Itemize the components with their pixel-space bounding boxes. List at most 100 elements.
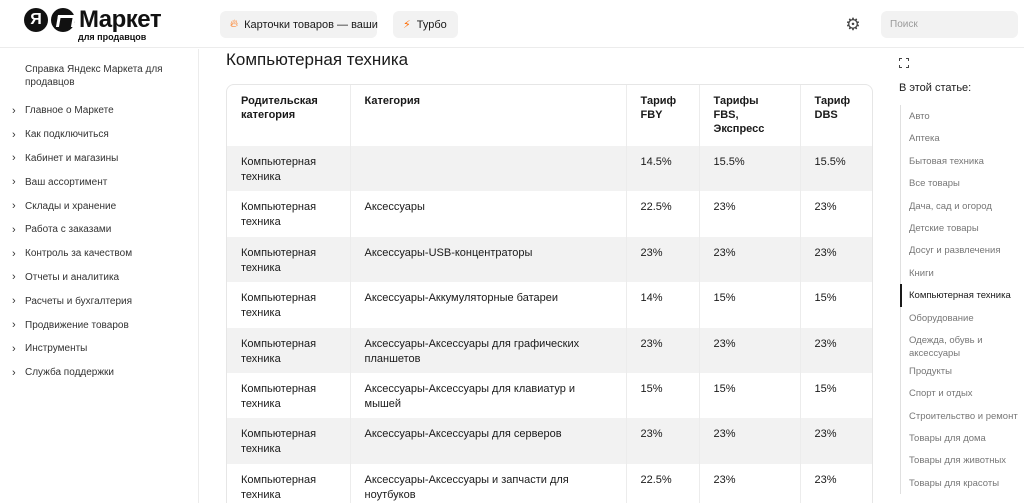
chevron-right-icon: ›: [12, 200, 16, 213]
table-cell: 23%: [800, 327, 872, 373]
table-cell: 15%: [814, 382, 837, 395]
table-cell: [350, 146, 627, 192]
settings-gear-icon[interactable]: ⚙: [844, 16, 862, 34]
sidebar-item-label: Инструменты: [25, 343, 88, 355]
table-cell: 22.5%: [626, 191, 700, 237]
toc-item[interactable]: Оборудование: [901, 307, 1024, 329]
table-header-row: Родительская категория Категория Тариф FBY…: [227, 85, 872, 146]
table-cell: 14%: [626, 282, 700, 328]
table-row: Компьютерная техника Аксессуары-Аккумулят…: [227, 282, 872, 328]
toc-item[interactable]: Авто: [901, 105, 1024, 127]
sidebar-item-label: Как подключиться: [25, 129, 109, 141]
chevron-right-icon: ›: [12, 295, 16, 308]
sidebar-item[interactable]: › Работа с заказами: [12, 218, 132, 242]
table-cell: 23%: [814, 201, 837, 214]
sidebar-item-label: Служба поддержки: [25, 367, 115, 379]
table-cell: Компьютерная техника: [227, 146, 351, 192]
table-cell: Аксессуары-Аксессуары для клавиатур и мы…: [350, 372, 627, 419]
sidebar-item[interactable]: › Ваш ассортимент: [12, 170, 132, 194]
sidebar-item-label: Главное о Маркете: [25, 105, 114, 117]
toc-title: В этой статье:: [899, 82, 972, 94]
section-title: Компьютерная техника: [226, 50, 409, 69]
logo-subtitle: для продавцов: [78, 32, 147, 42]
sidebar-item[interactable]: › Отчеты и аналитика: [12, 266, 132, 290]
table-cell: Аксессуары: [350, 191, 627, 237]
toc-item[interactable]: Дача, сад и огород: [901, 195, 1024, 217]
table-cell: Аксессуары-USB-концентраторы: [350, 236, 627, 283]
column-header: Тарифы FBS, Экспресс: [699, 85, 801, 146]
lightning-icon: ⚡︎: [403, 19, 411, 31]
yandex-logo-icon: Я: [24, 8, 48, 32]
sidebar-item[interactable]: › Инструменты: [12, 337, 132, 361]
toc-item[interactable]: Досуг и развлечения: [901, 239, 1024, 261]
table-cell: 23%: [626, 327, 700, 373]
sidebar-item[interactable]: › Служба поддержки: [12, 361, 132, 385]
sidebar-home-link[interactable]: Справка Яндекс Маркета для продавцов: [25, 63, 175, 89]
table-cell: 23%: [800, 236, 872, 283]
sidebar-item[interactable]: › Контроль за качеством: [12, 242, 132, 266]
table-cell: 15%: [699, 282, 801, 328]
toc-item[interactable]: Аптека: [901, 127, 1024, 149]
tariff-table: Родительская категория Категория Тариф FBY…: [227, 85, 872, 503]
toc-item[interactable]: Одежда, обувь и аксессуары: [901, 329, 1024, 360]
table-cell: Компьютерная техника: [227, 418, 351, 464]
column-header: Родительская категория: [227, 85, 351, 146]
table-row: Компьютерная техника Аксессуары-Аксессуар…: [227, 372, 872, 419]
toc-item[interactable]: Товары для животных: [901, 449, 1024, 471]
table-cell: Аксессуары-Аккумуляторные батареи: [350, 282, 627, 328]
sidebar-item-label: Склады и хранение: [25, 200, 117, 212]
toc-list: Авто Аптека Бытовая техника Все товары Дача,…: [900, 105, 1024, 495]
market-logo-icon: [51, 8, 75, 32]
toc-item[interactable]: Строительство и ремонт: [901, 405, 1024, 427]
expand-icon[interactable]: [899, 58, 909, 68]
column-header: Категория: [350, 85, 627, 146]
sidebar-item[interactable]: › Как подключиться: [12, 123, 132, 147]
toc-item[interactable]: Товары для красоты: [901, 472, 1024, 494]
sidebar-item[interactable]: › Главное о Маркете: [12, 99, 132, 123]
chevron-right-icon: ›: [12, 128, 16, 141]
table-cell: 23%: [626, 418, 700, 464]
sidebar-item[interactable]: › Продвижение товаров: [12, 313, 132, 337]
toc-item[interactable]: Продукты: [901, 360, 1024, 382]
toc-item[interactable]: Все товары: [901, 172, 1024, 194]
sidebar-item[interactable]: › Расчеты и бухгалтерия: [12, 289, 132, 313]
sidebar-nav: › Главное о Маркете › Как подключиться › Каби…: [12, 99, 132, 385]
table-cell: Компьютерная техника: [227, 191, 351, 237]
table-cell: Компьютерная техника: [227, 327, 351, 373]
toc-item[interactable]: Книги: [901, 262, 1024, 284]
table-cell: 23%: [699, 191, 801, 237]
chevron-right-icon: ›: [12, 104, 16, 117]
table-cell: 23%: [699, 463, 801, 503]
sidebar-item[interactable]: › Кабинет и магазины: [12, 147, 132, 171]
turbo-button[interactable]: ⚡︎ Турбо: [393, 11, 458, 38]
market-logo[interactable]: Я Маркет для продавцов: [24, 6, 162, 42]
sidebar-item-label: Продвижение товаров: [25, 319, 129, 331]
toc-item[interactable]: Товары для дома: [901, 427, 1024, 449]
table-cell: 22.5%: [626, 463, 700, 503]
cards-promo-label: Карточки товаров — ваши: [244, 18, 378, 31]
logo-text: Маркет: [79, 6, 162, 33]
toc-item[interactable]: Бытовая техника: [901, 150, 1024, 172]
toc-item[interactable]: Спорт и отдых: [901, 382, 1024, 404]
chevron-right-icon: ›: [12, 223, 16, 236]
sidebar-item-label: Ваш ассортимент: [25, 176, 108, 188]
chevron-right-icon: ›: [12, 247, 16, 260]
table-cell: Аксессуары-Аксессуары для серверов: [350, 418, 627, 464]
table-cell: Компьютерная техника: [227, 463, 351, 503]
sidebar-item[interactable]: › Склады и хранение: [12, 194, 132, 218]
sidebar-item-label: Кабинет и магазины: [25, 152, 119, 164]
sidebar-item-label: Отчеты и аналитика: [25, 271, 120, 283]
table-row: Компьютерная техника Аксессуары 22.5% 23% 23…: [227, 191, 872, 237]
table-cell: 15%: [814, 292, 837, 305]
toc-item[interactable]: Детские товары: [901, 217, 1024, 239]
table-cell: 23%: [699, 418, 801, 464]
table-cell: 23%: [814, 473, 837, 486]
cards-promo-button[interactable]: 🔥︎ Карточки товаров — ваши: [220, 11, 378, 38]
sidebar-item-label: Расчеты и бухгалтерия: [25, 295, 133, 307]
toc-item[interactable]: Компьютерная техника: [900, 284, 1024, 307]
table-cell: 15.5%: [800, 146, 872, 192]
table-cell: Компьютерная техника: [227, 282, 351, 328]
table-cell: 14.5%: [626, 146, 700, 192]
search-input[interactable]: [881, 11, 1018, 38]
table-row: Компьютерная техника Аксессуары-Аксессуар…: [227, 327, 872, 373]
